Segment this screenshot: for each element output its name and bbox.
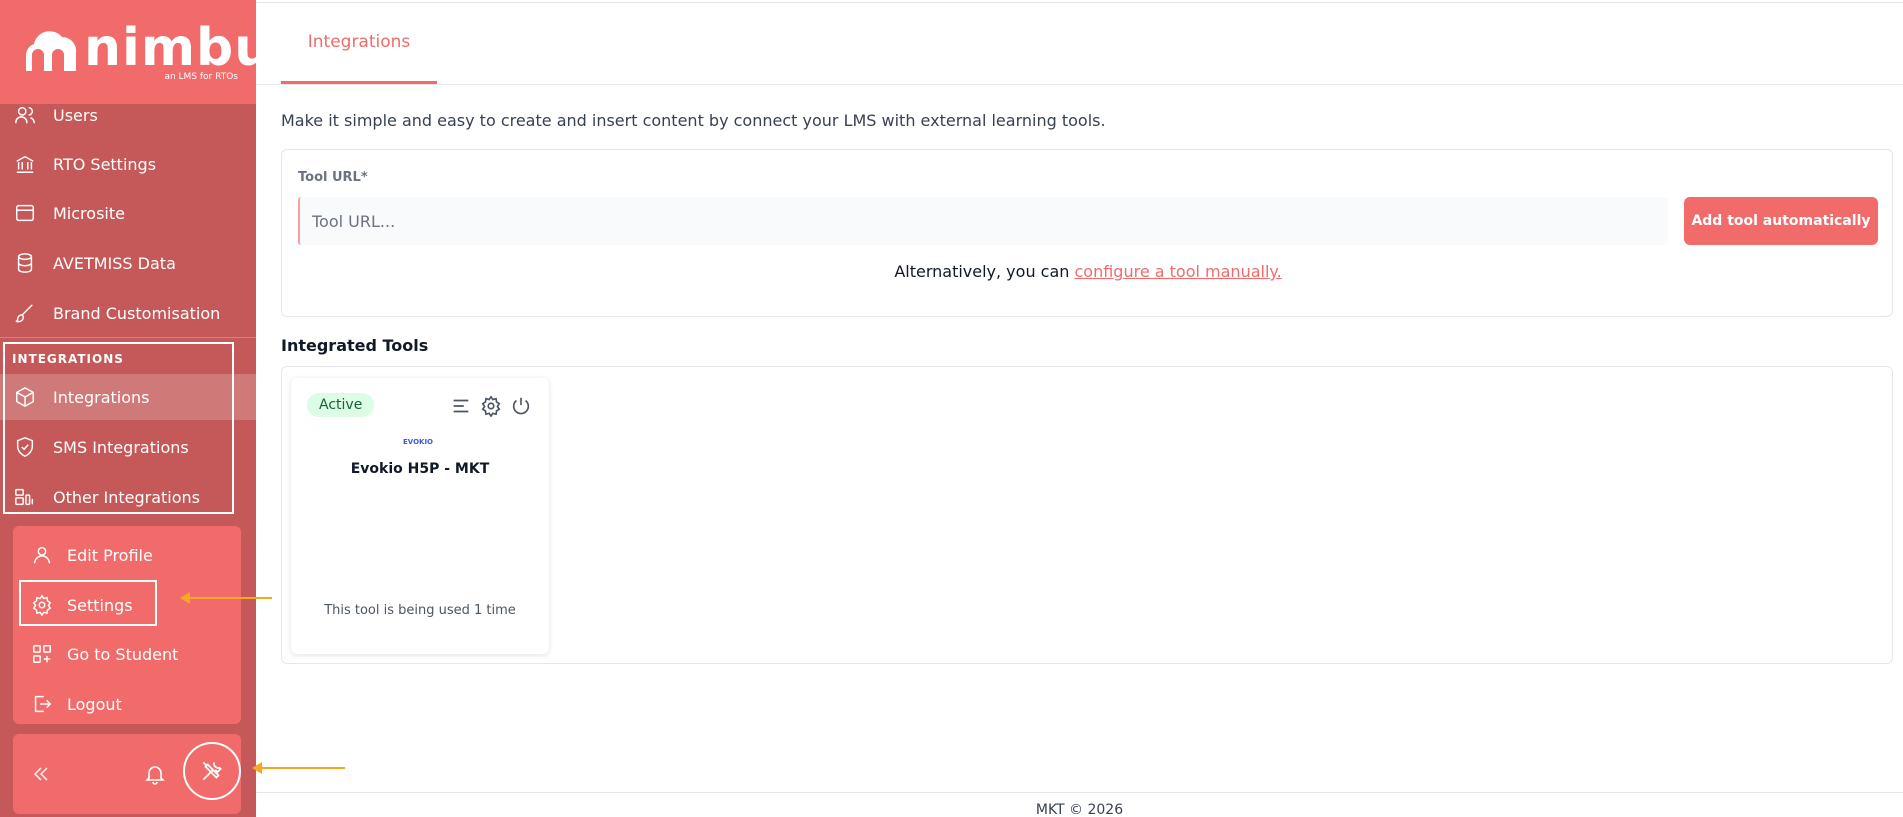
brand-name: nimbu bbox=[84, 18, 256, 78]
sidebar-item-label: Brand Customisation bbox=[53, 303, 221, 323]
menu-item-label: Logout bbox=[67, 694, 122, 714]
tool-url-input[interactable] bbox=[298, 197, 1668, 245]
menu-item-edit-profile[interactable]: Edit Profile bbox=[13, 532, 241, 578]
footer-copyright: MKT © 2026 bbox=[1035, 802, 1124, 817]
add-tool-card: Tool URL* Add tool automatically Alterna… bbox=[281, 149, 1893, 317]
footer-divider bbox=[256, 792, 1903, 793]
apps-add-icon bbox=[30, 642, 54, 666]
tab-integrations[interactable]: Integrations bbox=[281, 3, 437, 84]
sidebar-item-label: RTO Settings bbox=[53, 154, 157, 174]
users-icon bbox=[13, 103, 37, 127]
menu-item-label: Go to Student bbox=[67, 644, 179, 664]
alternative-prefix: Alternatively, you can bbox=[894, 262, 1075, 281]
integrations-highlight-box bbox=[3, 342, 234, 514]
sidebar-item-label: Users bbox=[53, 105, 98, 125]
settings-highlight-box bbox=[19, 580, 157, 626]
sidebar-item-microsite[interactable]: Microsite bbox=[0, 190, 256, 236]
tool-url-label: Tool URL* bbox=[298, 170, 368, 185]
menu-item-go-to-student[interactable]: Go to Student bbox=[13, 631, 241, 677]
sidebar-item-brand-customisation[interactable]: Brand Customisation bbox=[0, 290, 256, 336]
brand-tagline: an LMS for RTOs bbox=[164, 72, 238, 82]
alternative-text: Alternatively, you can configure a tool … bbox=[282, 262, 1894, 281]
power-icon[interactable] bbox=[510, 395, 532, 417]
add-tool-automatically-button[interactable]: Add tool automatically bbox=[1684, 197, 1878, 245]
cloud-logo-icon bbox=[26, 31, 77, 71]
bank-icon bbox=[13, 152, 37, 176]
logo[interactable]: nimbu an LMS for RTOs bbox=[0, 0, 256, 104]
annotation-arrow-tools bbox=[260, 767, 345, 769]
user-icon bbox=[30, 543, 54, 567]
sidebar-item-label: AVETMISS Data bbox=[53, 253, 176, 273]
annotation-arrowhead bbox=[252, 762, 262, 774]
sidebar-item-label: Microsite bbox=[53, 203, 125, 223]
chevrons-left-icon[interactable] bbox=[29, 762, 53, 786]
tool-name: Evokio H5P - MKT bbox=[350, 461, 490, 477]
tools-icon bbox=[202, 761, 222, 781]
gear-icon[interactable] bbox=[480, 395, 502, 417]
tool-usage-text: This tool is being used 1 time bbox=[324, 603, 516, 618]
database-icon bbox=[13, 251, 37, 275]
bell-icon[interactable] bbox=[143, 762, 167, 786]
integrated-tools-panel: Active EVOKIO Evokio H5P - MKT This tool… bbox=[281, 366, 1893, 664]
logout-icon bbox=[30, 692, 54, 716]
status-badge: Active bbox=[307, 393, 375, 417]
sidebar: nimbu an LMS for RTOs Users RTO Settings… bbox=[0, 0, 256, 817]
annotation-arrow-settings bbox=[188, 597, 272, 599]
annotation-arrowhead bbox=[180, 592, 190, 604]
sidebar-divider bbox=[0, 337, 256, 338]
configure-manually-link[interactable]: configure a tool manually. bbox=[1075, 262, 1282, 281]
tools-button[interactable] bbox=[183, 742, 241, 800]
sidebar-item-users[interactable]: Users bbox=[0, 92, 256, 138]
menu-item-logout[interactable]: Logout bbox=[13, 681, 241, 727]
menu-item-label: Edit Profile bbox=[67, 545, 153, 565]
menu-lines-icon[interactable] bbox=[450, 395, 472, 417]
profile-menu: Edit Profile Settings Go to Student Logo… bbox=[13, 526, 241, 724]
integrated-tools-heading: Integrated Tools bbox=[281, 336, 429, 355]
tool-card[interactable]: Active EVOKIO Evokio H5P - MKT This tool… bbox=[291, 378, 549, 654]
sidebar-item-avetmiss-data[interactable]: AVETMISS Data bbox=[0, 240, 256, 286]
page-description: Make it simple and easy to create and in… bbox=[281, 111, 1106, 130]
sidebar-item-rto-settings[interactable]: RTO Settings bbox=[0, 141, 256, 187]
brush-icon bbox=[13, 301, 37, 325]
tab-bar: Integrations bbox=[256, 3, 1903, 85]
window-icon bbox=[13, 201, 37, 225]
sidebar-bottom-toolbar bbox=[13, 734, 241, 814]
tool-logo: EVOKIO bbox=[403, 438, 434, 446]
